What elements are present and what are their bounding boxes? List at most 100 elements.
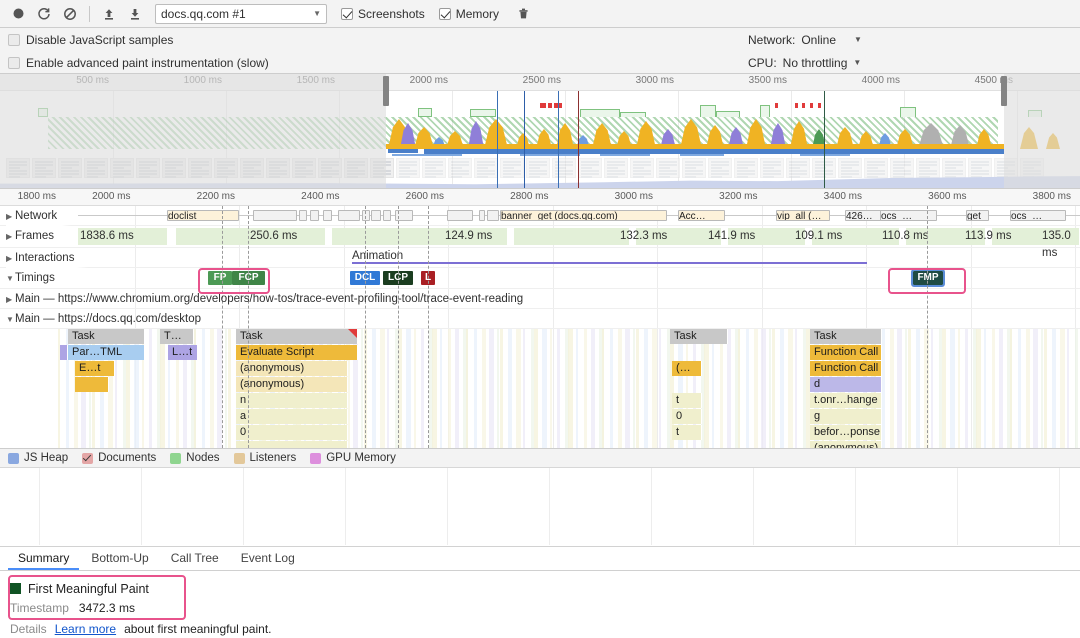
flame-bar[interactable]: Evaluate Script bbox=[236, 345, 358, 360]
flame-bar[interactable]: Function Call bbox=[810, 361, 882, 376]
track-frames-label[interactable]: ▶ Frames bbox=[6, 226, 68, 246]
network-request-bar[interactable] bbox=[362, 210, 370, 221]
flame-bar[interactable] bbox=[75, 377, 109, 392]
network-request-bar[interactable]: get bbox=[966, 210, 989, 221]
flame-bar[interactable]: T… bbox=[160, 329, 194, 344]
memory-legend-item-gpu-memory[interactable]: GPU Memory bbox=[310, 452, 396, 464]
network-select[interactable]: Online ▼ bbox=[801, 33, 862, 47]
track-network[interactable]: ▶ Network doclist banner_get (docs.qq.com… bbox=[0, 206, 1080, 226]
flame-bar[interactable]: L…t bbox=[168, 345, 198, 360]
flame-bar[interactable]: Function Call bbox=[810, 345, 882, 360]
cpu-throttling-row[interactable]: CPU: No throttling ▼ bbox=[720, 51, 1080, 74]
network-throttling-row[interactable]: Network: Online ▼ bbox=[720, 28, 1080, 51]
track-network-label[interactable]: ▶ Network bbox=[6, 206, 72, 227]
overview-handle-left[interactable] bbox=[383, 76, 389, 106]
flame-bar[interactable]: Task bbox=[810, 329, 882, 344]
learn-more-link[interactable]: Learn more bbox=[55, 622, 116, 636]
flame-bar[interactable]: t bbox=[672, 425, 702, 440]
network-request-bar[interactable] bbox=[299, 210, 307, 221]
track-main-docsqq[interactable]: ▼Main — https://docs.qq.com/desktop bbox=[0, 309, 1080, 329]
timeline-flame-chart[interactable]: ▶ Network doclist banner_get (docs.qq.com… bbox=[0, 206, 1080, 448]
cpu-select[interactable]: No throttling ▼ bbox=[783, 56, 862, 70]
timing-marker-fmp[interactable]: FMP bbox=[911, 269, 945, 287]
drawer-tab-event-log[interactable]: Event Log bbox=[231, 547, 305, 570]
network-request-bar[interactable]: vip_all (… bbox=[776, 210, 830, 221]
network-request-bar[interactable]: Acc… bbox=[678, 210, 725, 221]
memory-legend-item-documents[interactable]: Documents bbox=[82, 452, 156, 464]
track-interactions-label[interactable]: ▶ Interactions bbox=[6, 248, 89, 269]
network-request-bar[interactable]: doclist bbox=[167, 210, 239, 221]
drawer-tab-bottom-up[interactable]: Bottom-Up bbox=[81, 547, 158, 570]
network-request-bar[interactable] bbox=[447, 210, 473, 221]
flame-bar[interactable]: 0 bbox=[672, 409, 702, 424]
track-main-chromium-label[interactable]: ▶ Main — https://www.chromium.org/develop… bbox=[6, 289, 537, 309]
reload-record-icon[interactable] bbox=[32, 3, 56, 25]
flame-bar[interactable]: t.onr…hange bbox=[810, 393, 882, 408]
memory-legend-item-js-heap[interactable]: JS Heap bbox=[8, 452, 68, 464]
network-request-bar[interactable] bbox=[253, 210, 297, 221]
flame-bar[interactable]: d bbox=[810, 377, 882, 392]
network-request-bar[interactable]: ocs_… bbox=[880, 210, 937, 221]
chevron-right-icon[interactable]: ▶ bbox=[6, 227, 15, 247]
track-frames[interactable]: ▶ Frames 1838.6 ms 250.6 ms 124.9 ms 132.3 m… bbox=[0, 226, 1080, 259]
network-request-bar[interactable]: 426… bbox=[845, 210, 881, 221]
drawer-tab-call-tree[interactable]: Call Tree bbox=[161, 547, 229, 570]
flame-bar[interactable]: g bbox=[810, 409, 882, 424]
timing-marker-fp[interactable]: FP bbox=[208, 271, 232, 285]
load-profile-icon[interactable] bbox=[97, 3, 121, 25]
flame-bar[interactable]: Task bbox=[68, 329, 145, 344]
chevron-right-icon[interactable]: ▶ bbox=[6, 249, 15, 269]
drawer-tab-summary[interactable]: Summary bbox=[8, 547, 80, 570]
record-icon[interactable] bbox=[6, 3, 30, 25]
network-request-bar[interactable]: banner_get (docs.qq.com) bbox=[500, 210, 667, 221]
network-request-bar[interactable] bbox=[338, 210, 360, 221]
network-request-bar[interactable] bbox=[310, 210, 319, 221]
chevron-right-icon[interactable]: ▶ bbox=[6, 207, 15, 227]
network-request-bar[interactable] bbox=[323, 210, 332, 221]
chevron-down-icon[interactable]: ▼ bbox=[6, 269, 15, 289]
network-request-bar[interactable]: ocs_… bbox=[1010, 210, 1066, 221]
network-request-bar[interactable] bbox=[371, 210, 381, 221]
animation-bar[interactable] bbox=[352, 262, 867, 264]
clear-icon[interactable] bbox=[58, 3, 82, 25]
chevron-right-icon[interactable]: ▶ bbox=[6, 290, 15, 310]
flame-bar[interactable]: 0 bbox=[236, 425, 348, 440]
track-main-docsqq-label[interactable]: ▼Main — https://docs.qq.com/desktop bbox=[6, 309, 215, 329]
flame-bar[interactable]: (anonymous) bbox=[236, 377, 348, 392]
flame-bar[interactable] bbox=[60, 345, 68, 360]
flame-bar[interactable]: Task bbox=[670, 329, 728, 344]
flame-bar[interactable]: a bbox=[236, 409, 348, 424]
flame-bar[interactable]: E…t bbox=[75, 361, 115, 376]
profile-select[interactable]: docs.qq.com #1 ▼ bbox=[155, 3, 327, 24]
frame-block[interactable] bbox=[514, 228, 630, 245]
network-request-bar[interactable] bbox=[479, 210, 485, 221]
track-interactions[interactable]: ▶ Interactions Animation bbox=[0, 248, 1080, 268]
flame-bar[interactable] bbox=[236, 441, 348, 448]
screenshots-checkbox[interactable]: Screenshots bbox=[341, 7, 425, 21]
timeline-overview[interactable]: 500 ms1000 ms1500 ms2000 ms2500 ms3000 m… bbox=[0, 74, 1080, 189]
memory-legend-item-nodes[interactable]: Nodes bbox=[170, 452, 220, 464]
trash-icon[interactable] bbox=[511, 3, 535, 25]
flame-stack[interactable]: Task T… Task Task Task Par…TML L…t Evaluate Scr… bbox=[0, 329, 1080, 448]
track-timings-label[interactable]: ▼Timings bbox=[6, 268, 69, 288]
memory-counter-strip[interactable] bbox=[0, 468, 1080, 547]
flame-bar[interactable]: Task bbox=[236, 329, 358, 344]
track-timings[interactable]: ▼Timings FP FCP DCL LCP L FMP bbox=[0, 268, 1080, 289]
track-main-chromium[interactable]: ▶ Main — https://www.chromium.org/develop… bbox=[0, 289, 1080, 309]
flame-bar[interactable]: befor…ponse bbox=[810, 425, 882, 440]
flame-bar[interactable]: n bbox=[236, 393, 348, 408]
flame-bar[interactable]: t bbox=[672, 393, 702, 408]
paint-instrumentation-checkbox[interactable] bbox=[8, 56, 20, 69]
flame-bar[interactable]: (… bbox=[672, 361, 702, 376]
disable-js-samples-checkbox[interactable] bbox=[8, 33, 20, 46]
flame-bar[interactable]: (anonymous) bbox=[810, 441, 882, 448]
memory-checkbox[interactable]: Memory bbox=[438, 7, 499, 21]
network-request-bar[interactable] bbox=[487, 210, 499, 221]
chevron-down-icon[interactable]: ▼ bbox=[6, 310, 15, 330]
save-profile-icon[interactable] bbox=[123, 3, 147, 25]
memory-legend-item-listeners[interactable]: Listeners bbox=[233, 452, 296, 464]
overview-handle-right[interactable] bbox=[1001, 76, 1007, 106]
flame-bar[interactable]: (anonymous) bbox=[236, 361, 348, 376]
flame-bar[interactable]: Par…TML bbox=[68, 345, 145, 360]
network-request-bar[interactable] bbox=[383, 210, 391, 221]
